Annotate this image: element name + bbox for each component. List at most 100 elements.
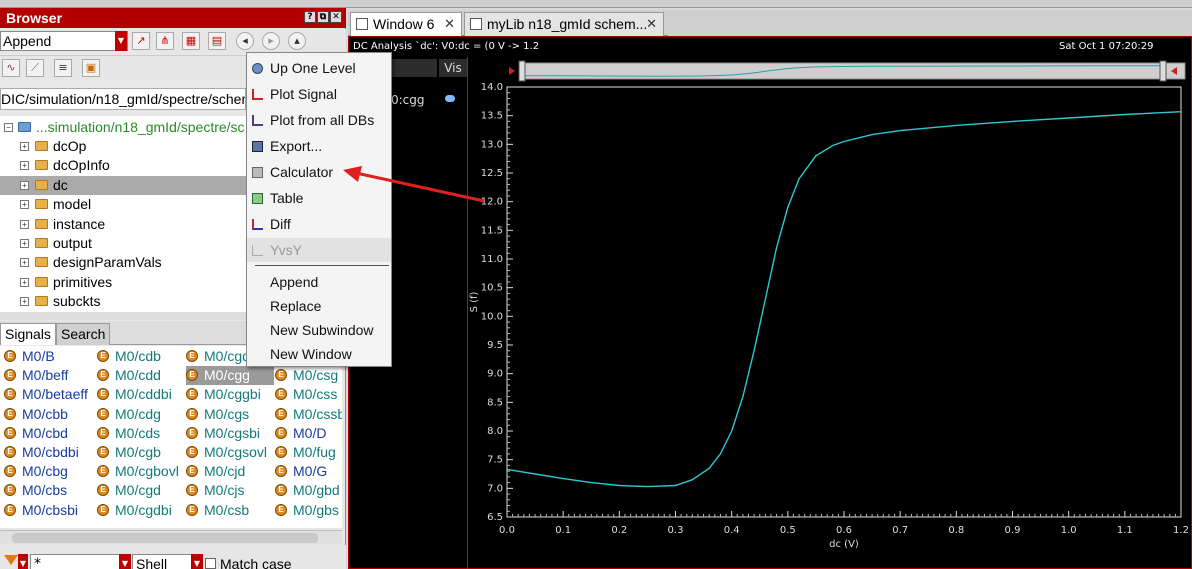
signal-item[interactable]: E M0/gbs (275, 501, 342, 520)
filter-input-chevron-icon[interactable]: ▼ (119, 554, 131, 569)
expand-icon[interactable]: + (20, 277, 29, 287)
expand-icon[interactable]: + (20, 180, 29, 190)
signal-item[interactable]: E M0/csg (275, 366, 342, 385)
shell-combo[interactable]: Shell (132, 554, 192, 569)
signal-item[interactable]: E M0/cgb (97, 443, 185, 462)
close-tab-icon[interactable]: ✕ (444, 13, 455, 35)
expand-icon[interactable]: + (20, 297, 29, 307)
menu-item[interactable]: New Window (247, 342, 391, 366)
signal-item[interactable]: E M0/cgs (186, 405, 274, 424)
signal-item[interactable]: E M0/betaeff (4, 385, 92, 404)
help-icon[interactable]: ? (304, 11, 316, 23)
signal-item[interactable]: E M0/cgd (97, 481, 185, 500)
tree-item[interactable]: + dcOp (0, 137, 246, 156)
tree-item[interactable]: + primitives (0, 273, 246, 292)
menu-item[interactable]: Plot from all DBs (247, 108, 391, 132)
filter-icon[interactable] (4, 555, 18, 565)
waveform-icon[interactable]: ∿ (2, 59, 20, 77)
calculator-icon[interactable]: ▤ (208, 32, 226, 50)
tree-item[interactable]: + output (0, 234, 246, 253)
signal-item[interactable]: E M0/cgsbi (186, 424, 274, 443)
tree-item[interactable]: + dc (0, 175, 246, 195)
match-case-checkbox[interactable] (205, 558, 216, 569)
legend-entry[interactable]: 0:cgg (391, 93, 425, 107)
plot-multiple-icon[interactable]: ⋔ (156, 32, 174, 50)
menu-item[interactable]: Export... (247, 134, 391, 158)
up-icon[interactable]: ▴ (288, 32, 306, 50)
back-icon[interactable]: ◂ (236, 32, 254, 50)
signal-item[interactable]: E M0/cbd (4, 424, 92, 443)
path-field[interactable]: DIC/simulation/n18_gmId/spectre/schem (0, 88, 246, 110)
close-tab-icon[interactable]: ✕ (646, 13, 657, 35)
expand-icon[interactable]: + (20, 200, 29, 210)
signal-item[interactable]: E M0/cddbi (97, 385, 185, 404)
menu-item[interactable]: Diff (247, 212, 391, 236)
signal-item[interactable]: E M0/cssb (275, 405, 342, 424)
forward-icon[interactable]: ▸ (262, 32, 280, 50)
shell-chevron-icon[interactable]: ▼ (191, 554, 203, 569)
float-icon[interactable]: ⧉ (317, 11, 329, 23)
menu-item[interactable]: Table (247, 186, 391, 210)
signal-item[interactable]: E M0/cbsbi (4, 501, 92, 520)
export-table-icon[interactable]: ▦ (182, 32, 200, 50)
signal-item[interactable]: E M0/B (4, 347, 92, 366)
tree-item[interactable]: + dcOpInfo (0, 156, 246, 175)
filter-chevron-icon[interactable]: ▼ (18, 554, 28, 569)
scrollbar-thumb[interactable] (12, 533, 318, 543)
signal-item[interactable]: E M0/cbg (4, 462, 92, 481)
signal-item[interactable]: E M0/cgbovl (97, 462, 185, 481)
expand-icon[interactable]: + (20, 258, 29, 268)
menu-item[interactable]: Replace (247, 294, 391, 318)
signal-item[interactable]: E M0/cbb (4, 405, 92, 424)
signal-item[interactable]: E M0/cdd (97, 366, 185, 385)
plot-mode-combo[interactable]: Append (0, 31, 128, 51)
menu-item[interactable]: New Subwindow (247, 318, 391, 342)
visibility-eye-icon[interactable] (445, 95, 455, 102)
plot-icon[interactable]: ↗ (132, 32, 150, 50)
expand-icon[interactable]: + (20, 239, 29, 248)
chevron-down-icon[interactable]: ▼ (115, 31, 127, 51)
tree-item[interactable]: + model (0, 195, 246, 214)
tab-window-6[interactable]: Window 6 ✕ (350, 12, 462, 36)
signal-item[interactable]: E M0/cgsovl (186, 443, 274, 462)
expand-icon[interactable]: + (20, 161, 29, 171)
signal-item[interactable]: E M0/cbs (4, 481, 92, 500)
filter-input[interactable]: * (30, 554, 120, 569)
tab-search[interactable]: Search (56, 323, 111, 345)
signal-item[interactable]: E M0/fug (275, 443, 342, 462)
tree-item[interactable]: + instance (0, 215, 246, 234)
signal-item[interactable]: E M0/cjd (186, 462, 274, 481)
menu-item[interactable]: Up One Level (247, 56, 391, 80)
signal-item[interactable]: E M0/gbd (275, 481, 342, 500)
menu-item[interactable]: Append (247, 270, 391, 294)
tree-item[interactable]: + designParamVals (0, 253, 246, 272)
yvsy-icon[interactable]: ⟋ (26, 59, 44, 77)
signal-item[interactable]: E M0/cdg (97, 405, 185, 424)
list-icon[interactable]: ≡ (54, 59, 72, 77)
signal-scrollbar[interactable] (0, 530, 342, 544)
menu-item[interactable]: Plot Signal (247, 82, 391, 106)
expand-icon[interactable]: − (4, 123, 13, 132)
close-icon[interactable]: ✕ (330, 11, 342, 23)
signal-item[interactable]: E M0/D (275, 424, 342, 443)
tab-signals[interactable]: Signals (0, 323, 56, 345)
expand-icon[interactable]: + (20, 219, 29, 229)
signal-item[interactable]: E M0/cggbi (186, 385, 274, 404)
signal-item[interactable]: E M0/beff (4, 366, 92, 385)
tree-item[interactable]: + subckts (0, 292, 246, 311)
tree-root[interactable]: − ...simulation/n18_gmId/spectre/sc (0, 118, 246, 137)
signal-item[interactable]: E M0/cdb (97, 347, 185, 366)
signal-item[interactable]: E M0/css (275, 385, 342, 404)
grid-icon[interactable]: ▣ (82, 59, 100, 77)
signal-item[interactable]: E M0/cbdbi (4, 443, 92, 462)
signal-item[interactable]: E M0/G (275, 462, 342, 481)
menu-item[interactable]: YvsY (247, 238, 391, 262)
waveform-chart[interactable]: 6.5 7.0 7.5 8.0 8.5 9.0 9.5 10.0 10.5 11.0 11.5 12.… (469, 51, 1191, 568)
expand-icon[interactable]: + (20, 142, 29, 151)
menu-item[interactable]: Calculator (247, 160, 391, 184)
signal-item[interactable]: E M0/cjs (186, 481, 274, 500)
signal-item[interactable]: E M0/cgdbi (97, 501, 185, 520)
tab-schematic[interactable]: myLib n18_gmId schem... ✕ (464, 12, 664, 36)
signal-item[interactable]: E M0/cds (97, 424, 185, 443)
signal-item[interactable]: E M0/csb (186, 501, 274, 520)
